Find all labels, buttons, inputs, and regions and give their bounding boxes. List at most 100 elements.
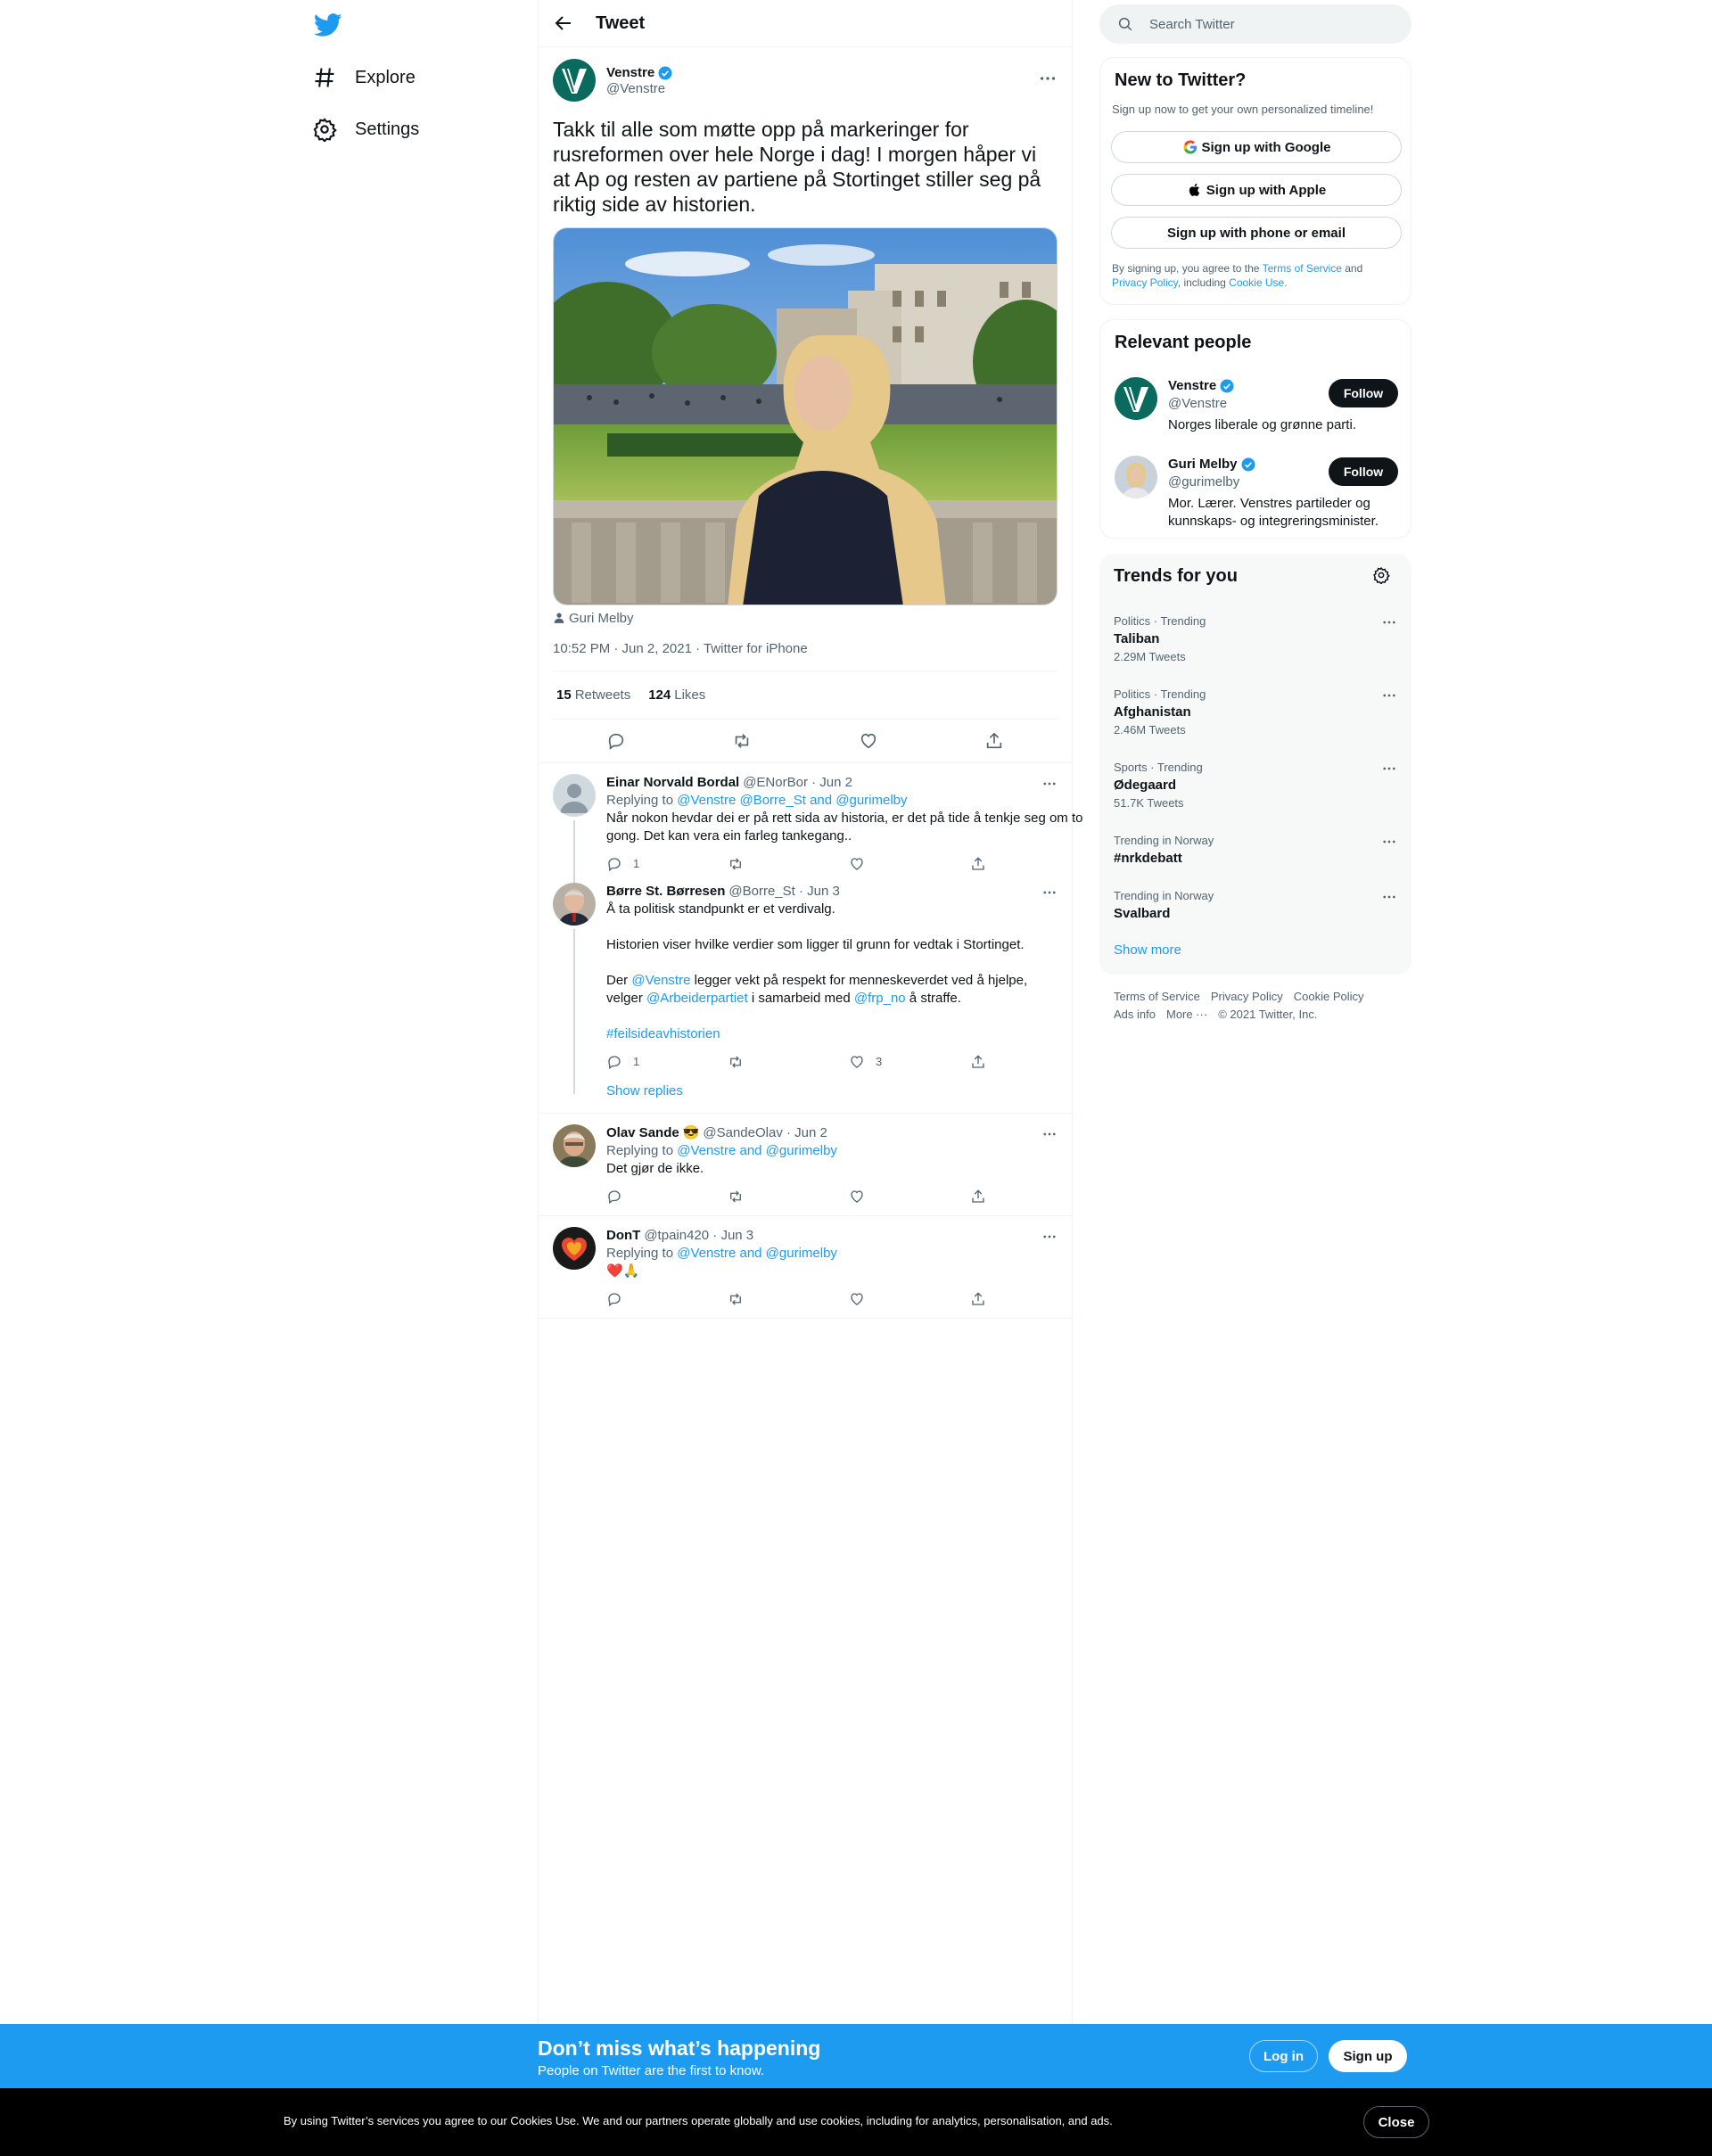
tagged-person[interactable]: Guri Melby: [553, 609, 1058, 627]
privacy-policy-link[interactable]: Privacy Policy: [1112, 276, 1178, 289]
trend-item[interactable]: Politics · Trending Afghanistan 2.46M Tw…: [1099, 677, 1412, 750]
more-options-icon[interactable]: [1041, 776, 1058, 792]
person-handle[interactable]: @Venstre: [1168, 395, 1356, 413]
more-options-icon[interactable]: [1381, 614, 1397, 630]
like-heart-icon[interactable]: [849, 1054, 865, 1070]
signup-google-button[interactable]: Sign up with Google: [1111, 131, 1402, 163]
dont-avatar[interactable]: [553, 1227, 596, 1270]
retweet-icon[interactable]: [728, 1189, 744, 1205]
reply-icon[interactable]: [606, 1054, 622, 1070]
hashtag-link[interactable]: #feilsideavhistorien: [606, 1025, 1091, 1043]
signup-button[interactable]: Sign up: [1329, 2040, 1407, 2072]
retweet-icon[interactable]: [728, 1291, 744, 1307]
more-options-icon[interactable]: [1038, 69, 1058, 88]
retweet-icon[interactable]: [732, 731, 752, 751]
more-options-icon[interactable]: [1381, 761, 1397, 777]
share-icon[interactable]: [970, 1189, 986, 1205]
relevant-person[interactable]: Venstre @Venstre Norges liberale og grøn…: [1100, 366, 1412, 445]
more-options-icon[interactable]: [1041, 885, 1058, 901]
more-options-icon[interactable]: [1041, 1229, 1058, 1245]
retweet-icon[interactable]: [728, 856, 744, 872]
person-name[interactable]: Guri Melby: [1168, 456, 1238, 473]
reply-handle-date[interactable]: @SandeOlav · Jun 2: [703, 1124, 827, 1142]
more-options-icon[interactable]: [1381, 834, 1397, 850]
more-options-icon[interactable]: [1381, 687, 1397, 704]
show-more-link[interactable]: Show more: [1114, 942, 1181, 958]
reply-handle-date[interactable]: @ENorBor · Jun 2: [743, 774, 852, 792]
reply-icon[interactable]: [606, 1189, 622, 1205]
search-input[interactable]: Search Twitter: [1099, 4, 1412, 44]
einar-avatar[interactable]: [553, 774, 596, 817]
tweet-timestamp[interactable]: 10:52 PM · Jun 2, 2021 · Twitter for iPh…: [553, 641, 1058, 671]
share-icon[interactable]: [970, 1291, 986, 1307]
reply-icon[interactable]: [606, 856, 622, 872]
more-options-icon[interactable]: [1381, 889, 1397, 905]
reply-author-name[interactable]: DonT: [606, 1227, 640, 1245]
person-name[interactable]: Venstre: [1168, 377, 1216, 395]
retweet-icon[interactable]: [728, 1054, 744, 1070]
mention-link[interactable]: @frp_no: [854, 991, 906, 1006]
venstre-avatar[interactable]: [553, 59, 596, 102]
reply-handle-date[interactable]: @Borre_St · Jun 3: [728, 883, 839, 901]
footer-privacy-link[interactable]: Privacy Policy: [1211, 990, 1283, 1003]
gear-icon[interactable]: [1372, 566, 1390, 584]
replying-to-links[interactable]: @Venstre and @gurimelby: [677, 1143, 837, 1158]
nav-settings[interactable]: Settings: [312, 108, 419, 151]
retweet-count[interactable]: 15: [556, 687, 572, 703]
mention-link[interactable]: @Venstre: [631, 973, 690, 988]
like-heart-icon[interactable]: [849, 1189, 865, 1205]
like-count[interactable]: 124: [648, 687, 671, 703]
footer-more-link[interactable]: More ···: [1166, 1008, 1207, 1021]
terms-of-service-link[interactable]: Terms of Service: [1263, 262, 1342, 275]
tweet-author-handle[interactable]: @Venstre: [606, 81, 673, 96]
signup-apple-button[interactable]: Sign up with Apple: [1111, 174, 1402, 206]
signup-phone-email-button[interactable]: Sign up with phone or email: [1111, 217, 1402, 249]
reply-tweet[interactable]: Børre St. Børresen @Borre_St · Jun 3 Å t…: [539, 883, 1072, 1113]
reply-author-name[interactable]: Einar Norvald Bordal: [606, 774, 739, 792]
tweet-photo[interactable]: [553, 227, 1058, 605]
reply-icon[interactable]: [606, 1291, 622, 1307]
reply-icon[interactable]: [606, 731, 626, 751]
share-icon[interactable]: [970, 1054, 986, 1070]
tweet-author-name[interactable]: Venstre: [606, 65, 654, 80]
trend-item[interactable]: Sports · Trending Ødegaard 51.7K Tweets: [1099, 750, 1412, 823]
like-heart-icon[interactable]: [849, 856, 865, 872]
person-bio: Norges liberale og grønne parti.: [1168, 417, 1356, 432]
guri-melby-avatar[interactable]: [1115, 456, 1157, 498]
like-heart-icon[interactable]: [859, 731, 878, 751]
share-icon[interactable]: [984, 731, 1004, 751]
follow-button[interactable]: Follow: [1329, 457, 1398, 486]
mention-link[interactable]: @Arbeiderpartiet: [646, 991, 748, 1006]
cookie-close-button[interactable]: Close: [1363, 2106, 1429, 2138]
likes-label[interactable]: Likes: [674, 687, 705, 703]
relevant-person[interactable]: Guri Melby @gurimelby Mor. Lærer. Venstr…: [1100, 445, 1412, 541]
footer-terms-link[interactable]: Terms of Service: [1114, 990, 1200, 1003]
footer-cookie-link[interactable]: Cookie Policy: [1294, 990, 1364, 1003]
cookie-use-link[interactable]: Cookie Use.: [1229, 276, 1287, 289]
like-heart-icon[interactable]: [849, 1291, 865, 1307]
trend-item[interactable]: Politics · Trending Taliban 2.29M Tweets: [1099, 604, 1412, 677]
replying-to-links[interactable]: @Venstre @Borre_St and @gurimelby: [677, 793, 907, 808]
show-replies-link[interactable]: Show replies: [606, 1081, 1091, 1113]
follow-button[interactable]: Follow: [1329, 379, 1398, 407]
reply-author-name[interactable]: Børre St. Børresen: [606, 883, 725, 901]
more-options-icon[interactable]: [1041, 1126, 1058, 1142]
borre-avatar[interactable]: [553, 883, 596, 926]
reply-tweet[interactable]: DonT @tpain420 · Jun 3 Replying to @Vens…: [539, 1215, 1072, 1319]
olav-avatar[interactable]: [553, 1124, 596, 1167]
share-icon[interactable]: [970, 856, 986, 872]
reply-author-name[interactable]: Olav Sande: [606, 1124, 679, 1142]
back-arrow-icon[interactable]: [553, 12, 574, 34]
reply-tweet[interactable]: Olav Sande 😎 @SandeOlav · Jun 2 Replying…: [539, 1113, 1072, 1215]
nav-explore[interactable]: Explore: [312, 56, 416, 99]
retweets-label[interactable]: Retweets: [575, 687, 631, 703]
twitter-logo-icon[interactable]: [313, 11, 342, 39]
replying-to-links[interactable]: @Venstre and @gurimelby: [677, 1246, 837, 1261]
login-button[interactable]: Log in: [1249, 2040, 1318, 2072]
venstre-avatar[interactable]: [1115, 377, 1157, 420]
trend-item[interactable]: Trending in Norway Svalbard: [1099, 878, 1412, 934]
trend-item[interactable]: Trending in Norway #nrkdebatt: [1099, 823, 1412, 878]
footer-ads-link[interactable]: Ads info: [1114, 1008, 1156, 1021]
reply-handle-date[interactable]: @tpain420 · Jun 3: [644, 1227, 753, 1245]
reply-tweet[interactable]: Einar Norvald Bordal @ENorBor · Jun 2 Re…: [539, 762, 1082, 901]
